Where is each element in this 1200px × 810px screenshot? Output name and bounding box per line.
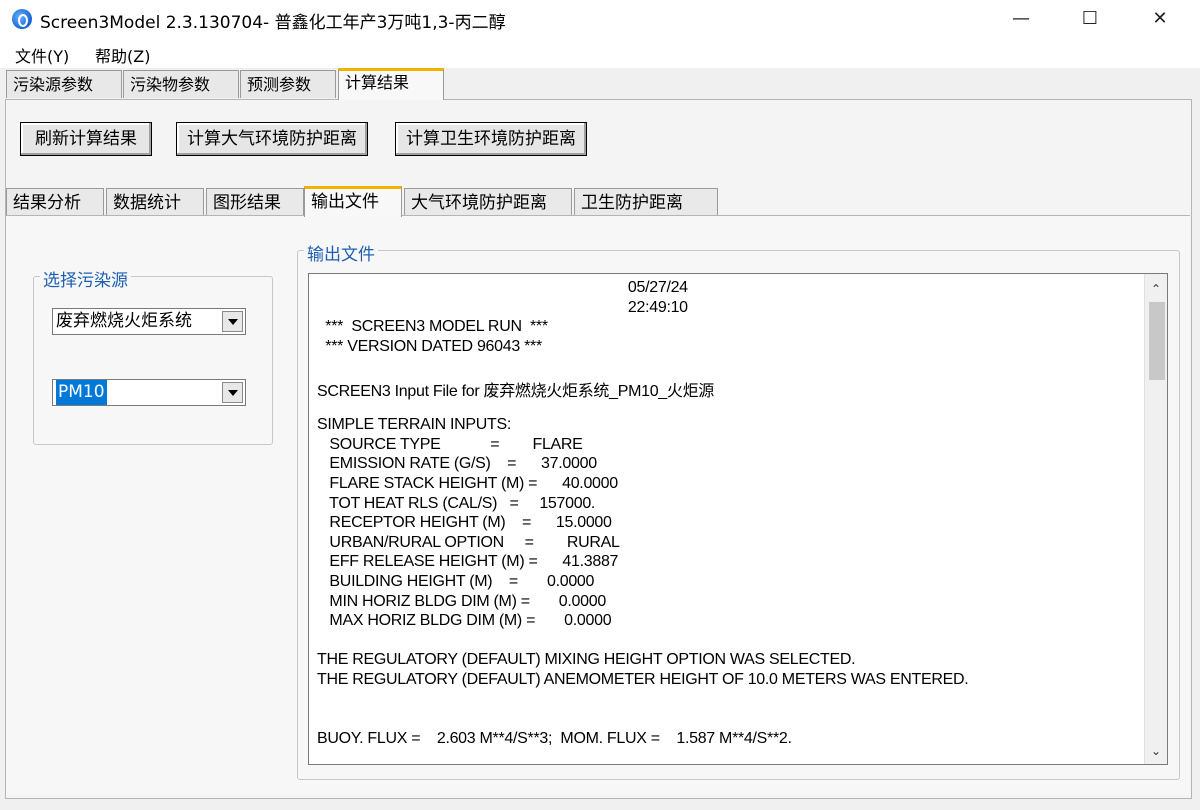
output-line: SOURCE TYPE = FLARE bbox=[317, 435, 583, 453]
output-line: MIN HORIZ BLDG DIM (M) = 0.0000 bbox=[317, 592, 606, 610]
output-line: FLARE STACK HEIGHT (M) = 40.0000 bbox=[317, 475, 618, 492]
output-textbox[interactable]: 05/27/24 22:49:10 *** SCREEN3 MODEL RUN … bbox=[308, 273, 1168, 765]
output-line: BUOY. FLUX = 2.603 M**4/S**3; MOM. FLUX … bbox=[317, 729, 792, 747]
output-line: BUILDING HEIGHT (M) = 0.0000 bbox=[317, 573, 595, 590]
main-tab-strip: 污染源参数 污染物参数 预测参数 计算结果 bbox=[0, 68, 1200, 100]
app-icon bbox=[12, 9, 32, 29]
menu-file[interactable]: 文件(Y) bbox=[15, 43, 69, 67]
window-title: Screen3Model 2.3.130704- 普鑫化工年产3万吨1,3-丙二… bbox=[40, 13, 506, 33]
pollutant-combo-value: PM10 bbox=[56, 380, 107, 405]
scroll-down-icon[interactable]: ⌄ bbox=[1150, 745, 1162, 757]
tab-calc-results[interactable]: 计算结果 bbox=[338, 68, 444, 100]
tab-pollutant-params[interactable]: 污染物参数 bbox=[123, 70, 239, 98]
output-line: THE REGULATORY (DEFAULT) ANEMOMETER HEIG… bbox=[317, 671, 969, 688]
source-combo[interactable]: 废弃燃烧火炬系统 bbox=[52, 308, 246, 335]
sub-tab-strip: 结果分析 数据统计 图形结果 输出文件 大气环境防护距离 卫生防护距离 bbox=[6, 186, 1190, 217]
scroll-up-icon[interactable]: ⌃ bbox=[1150, 283, 1162, 295]
chevron-down-icon[interactable] bbox=[222, 311, 243, 332]
subtab-data-stats[interactable]: 数据统计 bbox=[106, 188, 204, 216]
calc-health-distance-button[interactable]: 计算卫生环境防护距离 bbox=[395, 122, 587, 156]
title-bar: Screen3Model 2.3.130704- 普鑫化工年产3万吨1,3-丙二… bbox=[0, 0, 1200, 38]
minimize-button[interactable]: — bbox=[998, 0, 1044, 38]
source-select-label: 选择污染源 bbox=[40, 266, 131, 291]
menu-bar: 文件(Y) 帮助(Z) bbox=[0, 38, 1200, 68]
output-line: *** SCREEN3 MODEL RUN *** bbox=[317, 318, 548, 336]
source-select-group bbox=[33, 276, 273, 445]
source-combo-value: 废弃燃烧火炬系统 bbox=[56, 311, 192, 331]
subtab-health-distance[interactable]: 卫生防护距离 bbox=[574, 188, 718, 216]
chevron-down-icon[interactable] bbox=[222, 382, 243, 403]
menu-help[interactable]: 帮助(Z) bbox=[95, 43, 150, 67]
calc-atmos-distance-button[interactable]: 计算大气环境防护距离 bbox=[176, 122, 368, 156]
refresh-results-button[interactable]: 刷新计算结果 bbox=[20, 122, 152, 156]
output-line: THE REGULATORY (DEFAULT) MIXING HEIGHT O… bbox=[317, 651, 856, 669]
pollutant-combo[interactable]: PM10 bbox=[52, 379, 246, 406]
output-line: EFF RELEASE HEIGHT (M) = 41.3887 bbox=[317, 553, 619, 571]
subtab-graph-results[interactable]: 图形结果 bbox=[206, 188, 304, 216]
subtab-result-analysis[interactable]: 结果分析 bbox=[6, 188, 104, 216]
output-line: *** VERSION DATED 96043 *** bbox=[317, 337, 542, 355]
output-line: RECEPTOR HEIGHT (M) = 15.0000 bbox=[317, 514, 612, 532]
output-line: TOT HEAT RLS (CAL/S) = 157000. bbox=[317, 494, 596, 512]
output-line: 22:49:10 bbox=[317, 298, 688, 316]
subtab-atmos-distance[interactable]: 大气环境防护距离 bbox=[404, 188, 572, 216]
scrollbar-thumb[interactable] bbox=[1149, 302, 1165, 380]
output-line: EMISSION RATE (G/S) = 37.0000 bbox=[317, 455, 597, 473]
output-line: MAX HORIZ BLDG DIM (M) = 0.0000 bbox=[317, 612, 612, 630]
output-line: SCREEN3 Input File for 废弃燃烧火炬系统_PM10_火炬源 bbox=[317, 383, 714, 400]
vertical-scrollbar[interactable]: ⌃ ⌄ bbox=[1144, 274, 1167, 764]
maximize-button[interactable]: ☐ bbox=[1067, 0, 1113, 38]
output-file-label: 输出文件 bbox=[304, 240, 378, 265]
close-button[interactable]: ✕ bbox=[1137, 0, 1183, 38]
tab-prediction-params[interactable]: 预测参数 bbox=[240, 70, 336, 98]
output-line: URBAN/RURAL OPTION = RURAL bbox=[317, 533, 620, 551]
output-line: SIMPLE TERRAIN INPUTS: bbox=[317, 416, 512, 434]
tab-source-params[interactable]: 污染源参数 bbox=[6, 70, 122, 98]
subtab-output-file[interactable]: 输出文件 bbox=[304, 186, 402, 217]
output-line: 05/27/24 bbox=[317, 279, 688, 296]
